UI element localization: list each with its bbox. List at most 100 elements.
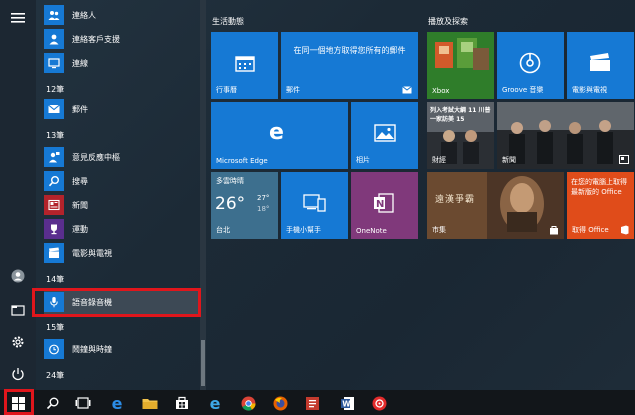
app-sports[interactable]: 運動: [44, 217, 200, 241]
groove-music-icon: [519, 52, 541, 74]
folder-icon: [142, 398, 158, 409]
store-bag-icon: [550, 226, 558, 235]
app-connect[interactable]: 連線: [44, 51, 200, 75]
tile-label: 市集: [432, 226, 446, 234]
app-list-scrollbar[interactable]: [200, 0, 206, 390]
app-label: 連線: [72, 58, 88, 68]
app-movies-tv[interactable]: 電影與電視: [44, 241, 200, 265]
taskbar-chrome[interactable]: [238, 393, 258, 413]
taskbar-search-button[interactable]: [42, 393, 62, 413]
chrome-icon: [241, 396, 256, 411]
section-header-12[interactable]: 12筆: [46, 84, 64, 95]
tile-get-office[interactable]: 在您的電腦上取得最新版的 Office 取得 Office: [567, 172, 634, 239]
contacts-icon: [44, 5, 64, 25]
taskbar-store[interactable]: [172, 393, 192, 413]
taskbar-word[interactable]: W: [337, 393, 357, 413]
tile-label: 電影與電視: [572, 86, 607, 94]
taskbar-app-red[interactable]: [302, 393, 322, 413]
tile-label: Microsoft Edge: [216, 157, 268, 165]
tile-label: 台北: [216, 226, 230, 234]
tile-label: OneNote: [356, 227, 387, 235]
tile-xbox[interactable]: Xbox: [427, 32, 494, 99]
tile-calendar[interactable]: 行事曆: [211, 32, 278, 99]
highlight-box-voice-recorder: [32, 288, 201, 317]
document-app-icon: [305, 396, 319, 410]
alarm-clock-icon: [44, 339, 64, 359]
word-icon: W: [340, 396, 354, 410]
tile-news[interactable]: 新聞: [497, 102, 634, 169]
tile-photos[interactable]: 相片: [351, 102, 418, 169]
hamburger-menu-icon[interactable]: [8, 8, 28, 28]
tile-movies-tv[interactable]: 電影與電視: [567, 32, 634, 99]
tile-groove[interactable]: Groove 音樂: [497, 32, 564, 99]
tile-label: 郵件: [286, 86, 300, 94]
start-rail: [0, 0, 36, 390]
tile-label: Xbox: [432, 87, 450, 95]
taskbar-firefox[interactable]: [270, 393, 290, 413]
app-news[interactable]: 新聞: [44, 193, 200, 217]
power-icon[interactable]: [8, 364, 28, 384]
taskbar-edge[interactable]: e: [107, 393, 127, 413]
tile-label: 取得 Office: [572, 226, 609, 234]
store-banner-text: 遠漢爭霸: [435, 195, 476, 205]
support-person-icon: [44, 29, 64, 49]
tile-finance[interactable]: 列入考試大綱 11 川普一家訪美 15 財經: [427, 102, 494, 169]
tile-weather[interactable]: 多雲時晴 26° 27° 18° 台北: [211, 172, 278, 239]
section-header-13[interactable]: 13筆: [46, 130, 64, 141]
app-contact-support[interactable]: 連絡客戶支援: [44, 27, 200, 51]
tile-label: 行事曆: [216, 86, 237, 94]
movie-clapper-icon: [44, 243, 64, 263]
taskbar-music-app[interactable]: [369, 393, 389, 413]
file-explorer-icon[interactable]: [8, 300, 28, 320]
user-account-icon[interactable]: [8, 266, 28, 286]
app-label: 連絡人: [72, 10, 96, 20]
phone-companion-icon: [303, 194, 326, 212]
edge-icon: e: [269, 120, 284, 145]
office-tile-text: 在您的電腦上取得最新版的 Office: [571, 178, 627, 196]
firefox-icon: [273, 396, 287, 410]
scrollbar-thumb[interactable]: [201, 340, 205, 386]
news-icon: [44, 195, 64, 215]
search-icon: [44, 171, 64, 191]
feedback-person-icon: [44, 147, 64, 167]
tile-store[interactable]: 遠漢爭霸 市集: [427, 172, 564, 239]
app-alarms-clock[interactable]: 鬧鐘與時鐘: [44, 337, 200, 361]
section-header-14[interactable]: 14筆: [46, 274, 64, 285]
taskbar-file-explorer[interactable]: [140, 393, 160, 413]
edge-icon: e: [111, 393, 123, 413]
svg-text:W: W: [342, 399, 351, 408]
tile-phone-companion[interactable]: 手機小幫手: [281, 172, 348, 239]
tile-edge[interactable]: e Microsoft Edge: [211, 102, 348, 169]
task-view-button[interactable]: [73, 393, 93, 413]
app-label: 搜尋: [72, 176, 88, 186]
app-label: 電影與電視: [72, 248, 112, 258]
section-header-15[interactable]: 15筆: [46, 322, 64, 333]
app-search[interactable]: 搜尋: [44, 169, 200, 193]
app-label: 連絡客戶支援: [72, 34, 120, 44]
app-feedback-hub[interactable]: 意見反應中樞: [44, 145, 200, 169]
photos-icon: [374, 124, 396, 142]
section-header-24[interactable]: 24筆: [46, 370, 64, 381]
weather-high: 27°: [257, 194, 270, 202]
app-label: 運動: [72, 224, 88, 234]
app-label: 意見反應中樞: [72, 152, 120, 162]
settings-gear-icon[interactable]: [8, 332, 28, 352]
taskbar: e e W: [0, 390, 635, 415]
tile-onenote[interactable]: N OneNote: [351, 172, 418, 239]
taskbar-internet-explorer[interactable]: e: [205, 393, 225, 413]
tile-mail[interactable]: 在同一個地方取得您所有的郵件 郵件: [281, 32, 418, 99]
mail-icon: [402, 86, 412, 94]
svg-text:N: N: [376, 199, 384, 210]
connect-icon: [44, 53, 64, 73]
highlight-box-start-button: [4, 389, 34, 415]
mail-icon: [44, 99, 64, 119]
tile-label: Groove 音樂: [502, 86, 544, 94]
search-icon: [46, 397, 58, 409]
music-app-icon: [372, 396, 386, 410]
app-mail[interactable]: 郵件: [44, 97, 200, 121]
group-title-play: 播放及探索: [428, 17, 468, 26]
calendar-icon: [235, 56, 255, 72]
app-contacts[interactable]: 連絡人: [44, 3, 200, 27]
task-view-icon: [75, 397, 91, 409]
app-list: 連絡人 連絡客戶支援 連線 12筆 郵件 13筆 意見反應中樞 搜尋 新聞 運動…: [36, 0, 204, 390]
